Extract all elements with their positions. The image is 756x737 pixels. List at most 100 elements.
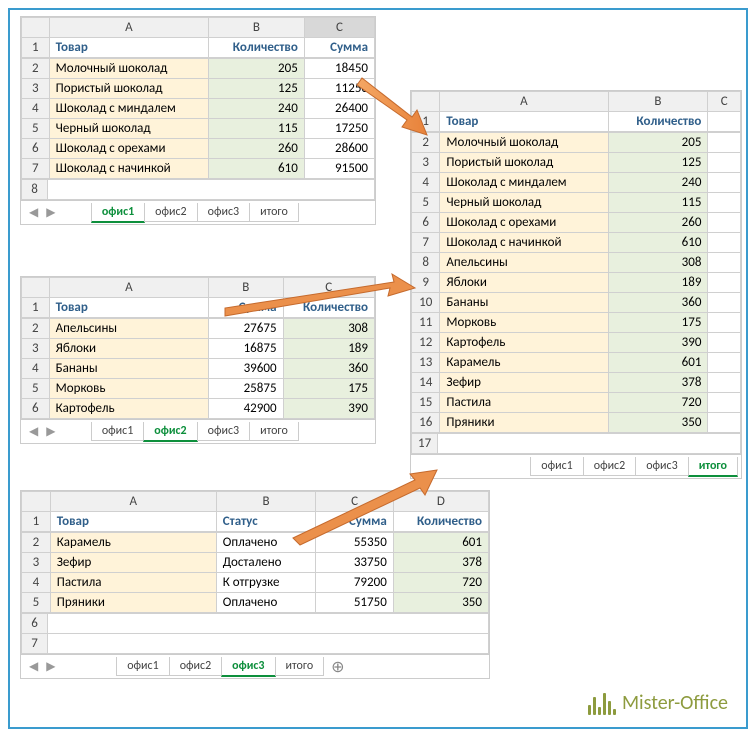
data-cell[interactable]: Досталено [216, 553, 316, 573]
row-header[interactable]: 16 [412, 413, 440, 433]
row-header[interactable]: 2 [22, 533, 51, 553]
tab-nav-next-icon[interactable]: ▶ [42, 424, 59, 439]
data-cell[interactable]: 601 [393, 533, 488, 553]
data-cell[interactable]: Шоколад с орехами [440, 213, 608, 233]
col-header-B[interactable]: B [216, 492, 316, 512]
data-cell[interactable]: 91500 [304, 159, 374, 179]
row-header[interactable]: 15 [412, 393, 440, 413]
header-cell[interactable]: Сумма [209, 298, 283, 318]
row-header[interactable]: 2 [22, 59, 50, 79]
empty-cell[interactable] [438, 434, 741, 454]
data-cell[interactable] [708, 293, 741, 313]
data-cell[interactable]: Черный шоколад [440, 193, 608, 213]
row-header[interactable]: 1 [22, 298, 50, 318]
tab-office1[interactable]: офис1 [91, 203, 145, 223]
data-cell[interactable]: Черный шоколад [49, 119, 208, 139]
data-cell[interactable]: 189 [283, 339, 374, 359]
col-header-B[interactable]: B [209, 18, 305, 38]
data-cell[interactable]: Бананы [440, 293, 608, 313]
col-header-C[interactable]: C [283, 278, 374, 298]
data-cell[interactable] [708, 233, 741, 253]
data-cell[interactable]: 175 [283, 379, 374, 399]
data-cell[interactable] [708, 133, 741, 153]
tab-office1[interactable]: офис1 [91, 422, 144, 441]
data-cell[interactable]: 33750 [316, 553, 393, 573]
col-header-C[interactable]: C [708, 92, 741, 112]
data-cell[interactable] [708, 393, 741, 413]
tab-nav-prev-icon[interactable]: ◀ [25, 205, 42, 220]
data-cell[interactable]: 378 [393, 553, 488, 573]
data-cell[interactable]: Оплачено [216, 593, 316, 613]
row-header[interactable]: 3 [412, 153, 440, 173]
row-header[interactable]: 5 [22, 119, 50, 139]
data-cell[interactable]: 125 [209, 79, 305, 99]
data-cell[interactable]: Морковь [49, 379, 208, 399]
data-cell[interactable]: Пряники [50, 593, 216, 613]
data-cell[interactable]: 55350 [316, 533, 393, 553]
data-cell[interactable]: 260 [209, 139, 305, 159]
tab-office3[interactable]: офис3 [221, 657, 275, 677]
data-cell[interactable]: К отгрузке [216, 573, 316, 593]
data-cell[interactable] [708, 313, 741, 333]
tab-office2[interactable]: офис2 [144, 203, 197, 222]
tab-office3[interactable]: офис3 [197, 422, 250, 441]
data-cell[interactable] [708, 153, 741, 173]
col-header-A[interactable]: A [440, 92, 608, 112]
data-cell[interactable]: Пастила [50, 573, 216, 593]
row-header[interactable]: 7 [412, 233, 440, 253]
data-cell[interactable] [708, 273, 741, 293]
data-cell[interactable]: 360 [283, 359, 374, 379]
data-cell[interactable]: 350 [393, 593, 488, 613]
row-header[interactable]: 4 [412, 173, 440, 193]
data-cell[interactable]: Апельсины [440, 253, 608, 273]
data-cell[interactable]: Пастила [440, 393, 608, 413]
header-cell[interactable]: Количество [608, 112, 708, 132]
data-cell[interactable]: 601 [608, 353, 708, 373]
data-cell[interactable]: Пряники [440, 413, 608, 433]
row-header[interactable]: 17 [412, 434, 438, 454]
data-cell[interactable]: 378 [608, 373, 708, 393]
data-cell[interactable]: Оплачено [216, 533, 316, 553]
data-cell[interactable]: 25875 [209, 379, 283, 399]
tab-nav-next-icon[interactable]: ▶ [42, 205, 59, 220]
data-cell[interactable]: 11250 [304, 79, 374, 99]
data-cell[interactable]: Пористый шоколад [49, 79, 208, 99]
header-cell[interactable]: Сумма [304, 38, 374, 58]
col-header-C[interactable]: C [316, 492, 393, 512]
data-cell[interactable]: Карамель [50, 533, 216, 553]
col-header-A[interactable]: A [49, 18, 208, 38]
data-cell[interactable]: Молочный шоколад [440, 133, 608, 153]
data-cell[interactable] [708, 353, 741, 373]
data-cell[interactable]: 42900 [209, 399, 283, 419]
data-cell[interactable]: Бананы [49, 359, 208, 379]
data-cell[interactable]: Шоколад с миндалем [440, 173, 608, 193]
row-header[interactable]: 9 [412, 273, 440, 293]
data-cell[interactable]: 39600 [209, 359, 283, 379]
tab-nav-next-icon[interactable]: ▶ [42, 659, 59, 674]
data-cell[interactable]: 260 [608, 213, 708, 233]
row-header[interactable]: 4 [22, 359, 50, 379]
row-header[interactable]: 10 [412, 293, 440, 313]
row-header[interactable]: 7 [22, 634, 48, 654]
data-cell[interactable]: 115 [608, 193, 708, 213]
col-header-D[interactable]: D [393, 492, 488, 512]
row-header[interactable]: 8 [22, 180, 48, 200]
data-cell[interactable]: 610 [608, 233, 708, 253]
data-cell[interactable]: Пористый шоколад [440, 153, 608, 173]
data-cell[interactable]: 360 [608, 293, 708, 313]
row-header[interactable]: 6 [22, 399, 50, 419]
tab-total[interactable]: итого [275, 657, 325, 676]
data-cell[interactable]: 205 [209, 59, 305, 79]
data-cell[interactable]: 125 [608, 153, 708, 173]
header-cell[interactable]: Количество [209, 38, 305, 58]
row-header[interactable]: 12 [412, 333, 440, 353]
col-header-B[interactable]: B [608, 92, 708, 112]
header-cell[interactable]: Сумма [316, 512, 393, 532]
data-cell[interactable]: 27675 [209, 319, 283, 339]
data-cell[interactable] [708, 373, 741, 393]
row-header[interactable]: 6 [412, 213, 440, 233]
data-cell[interactable] [708, 173, 741, 193]
row-header[interactable]: 5 [412, 193, 440, 213]
row-header[interactable]: 4 [22, 573, 51, 593]
data-cell[interactable]: Яблоки [440, 273, 608, 293]
